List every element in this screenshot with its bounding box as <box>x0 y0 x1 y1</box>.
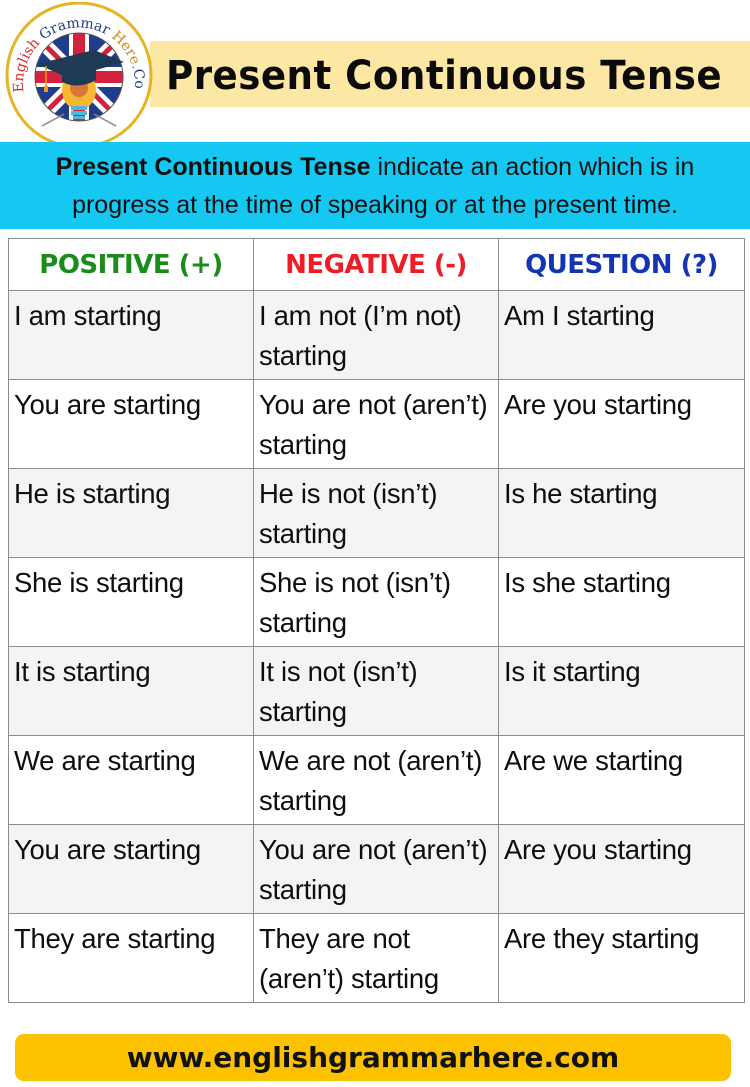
footer-band: www.englishgrammarhere.com <box>15 1034 731 1081</box>
table-header-row: POSITIVE (+) NEGATIVE (-) QUESTION (?) <box>8 238 745 291</box>
table-row: You are starting You are not (aren’t) st… <box>8 824 745 914</box>
cell-positive: We are starting <box>8 735 254 825</box>
cell-question: Is it starting <box>498 646 745 736</box>
table-row: You are starting You are not (aren’t) st… <box>8 379 745 469</box>
cell-positive: He is starting <box>8 468 254 558</box>
cell-negative: She is not (isn’t) starting <box>253 557 499 647</box>
table-row: We are starting We are not (aren’t) star… <box>8 735 745 825</box>
cell-negative: He is not (isn’t) starting <box>253 468 499 558</box>
cell-negative: I am not (I’m not) starting <box>253 290 499 380</box>
conjugation-table: POSITIVE (+) NEGATIVE (-) QUESTION (?) I… <box>8 238 745 1003</box>
cell-question: Are you starting <box>498 824 745 914</box>
cell-negative: We are not (aren’t) starting <box>253 735 499 825</box>
header-question: QUESTION (?) <box>498 238 745 291</box>
definition-term: Present Continuous Tense <box>55 152 371 181</box>
cell-question: Is she starting <box>498 557 745 647</box>
page-title: Present Continuous Tense <box>166 53 723 99</box>
cell-question: Are you starting <box>498 379 745 469</box>
cell-positive: She is starting <box>8 557 254 647</box>
header-positive: POSITIVE (+) <box>8 238 254 291</box>
site-logo: English Grammar Here.Com <box>2 2 153 148</box>
definition-text: Present Continuous Tense indicate an act… <box>15 148 735 224</box>
cell-question: Is he starting <box>498 468 745 558</box>
cell-question: Are we starting <box>498 735 745 825</box>
website-link[interactable]: www.englishgrammarhere.com <box>127 1041 619 1074</box>
cell-negative: You are not (aren’t) starting <box>253 824 499 914</box>
cell-negative: They are not (aren’t) starting <box>253 913 499 1003</box>
definition-band: Present Continuous Tense indicate an act… <box>0 142 750 229</box>
cell-positive: I am starting <box>8 290 254 380</box>
table-row: She is starting She is not (isn’t) start… <box>8 557 745 647</box>
cell-positive: They are starting <box>8 913 254 1003</box>
cell-negative: You are not (aren’t) starting <box>253 379 499 469</box>
cell-question: Am I starting <box>498 290 745 380</box>
cell-positive: You are starting <box>8 824 254 914</box>
table-row: They are starting They are not (aren’t) … <box>8 913 745 1003</box>
cell-negative: It is not (isn’t) starting <box>253 646 499 736</box>
header-negative: NEGATIVE (-) <box>253 238 499 291</box>
table-row: It is starting It is not (isn’t) startin… <box>8 646 745 736</box>
cell-positive: You are starting <box>8 379 254 469</box>
table-row: He is starting He is not (isn’t) startin… <box>8 468 745 558</box>
cell-question: Are they starting <box>498 913 745 1003</box>
table-row: I am starting I am not (I’m not) startin… <box>8 290 745 380</box>
cell-positive: It is starting <box>8 646 254 736</box>
